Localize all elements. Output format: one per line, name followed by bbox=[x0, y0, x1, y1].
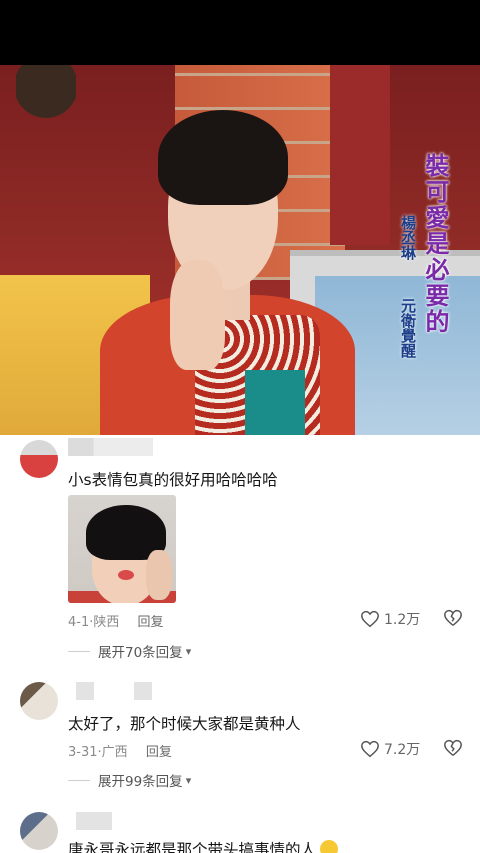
heart-outline-icon bbox=[360, 610, 380, 628]
reply-button[interactable]: 回复 bbox=[138, 615, 164, 630]
like-count: 1.2万 bbox=[384, 612, 421, 628]
laughing-emoji-icon bbox=[320, 840, 339, 853]
background-lamp bbox=[16, 65, 76, 135]
avatar[interactable] bbox=[20, 812, 58, 850]
comment-date: 3-31 bbox=[68, 745, 98, 760]
expand-replies-label: 展开70条回复 bbox=[98, 645, 183, 661]
comment-meta: 3-31·广西 回复 bbox=[68, 745, 172, 760]
divider-line bbox=[68, 779, 90, 781]
comment-text: 太好了，那个时候大家都是黄种人 bbox=[68, 715, 301, 733]
video-caption-main: 裝可愛是必要的 bbox=[421, 153, 450, 335]
comment-image[interactable] bbox=[68, 495, 176, 603]
username-redacted[interactable] bbox=[68, 438, 153, 456]
comment-location: 广西 bbox=[101, 745, 128, 760]
comment-date: 4-1 bbox=[68, 615, 90, 630]
expand-replies-button[interactable]: 展开99条回复 ▾ bbox=[68, 770, 191, 790]
comment-meta: 4-1·陕西 回复 bbox=[68, 615, 164, 630]
comment-text: 小s表情包真的很好用哈哈哈哈 bbox=[68, 471, 278, 489]
broken-heart-icon bbox=[443, 609, 463, 627]
username-redacted[interactable] bbox=[76, 812, 112, 830]
dislike-button[interactable] bbox=[443, 739, 463, 757]
username-redacted[interactable] bbox=[76, 682, 94, 700]
expand-replies-label: 展开99条回复 bbox=[98, 774, 183, 790]
avatar[interactable] bbox=[20, 682, 58, 720]
chevron-down-icon: ▾ bbox=[185, 644, 192, 658]
dislike-button[interactable] bbox=[443, 609, 463, 627]
video-caption-sub: 元衛覺醒 bbox=[399, 298, 417, 358]
broken-heart-icon bbox=[443, 739, 463, 757]
top-black-bar bbox=[0, 0, 480, 65]
video-person bbox=[100, 110, 365, 435]
like-button[interactable]: 1.2万 bbox=[360, 609, 420, 629]
heart-outline-icon bbox=[360, 740, 380, 758]
expand-replies-button[interactable]: 展开70条回复 ▾ bbox=[68, 641, 191, 661]
like-count: 7.2万 bbox=[384, 742, 421, 758]
reply-button[interactable]: 回复 bbox=[146, 745, 172, 760]
divider-line bbox=[68, 650, 90, 652]
username-redacted[interactable] bbox=[134, 682, 152, 700]
comment-location: 陕西 bbox=[93, 615, 120, 630]
video-player[interactable]: 裝可愛是必要的 楊丞琳 元衛覺醒 bbox=[0, 65, 480, 435]
video-caption-name: 楊丞琳 bbox=[399, 215, 417, 260]
comment-text: 唐永哥永远都是那个带头搞事情的人 bbox=[68, 838, 339, 853]
avatar[interactable] bbox=[20, 440, 58, 478]
chevron-down-icon: ▾ bbox=[185, 773, 192, 787]
like-button[interactable]: 7.2万 bbox=[360, 739, 420, 759]
